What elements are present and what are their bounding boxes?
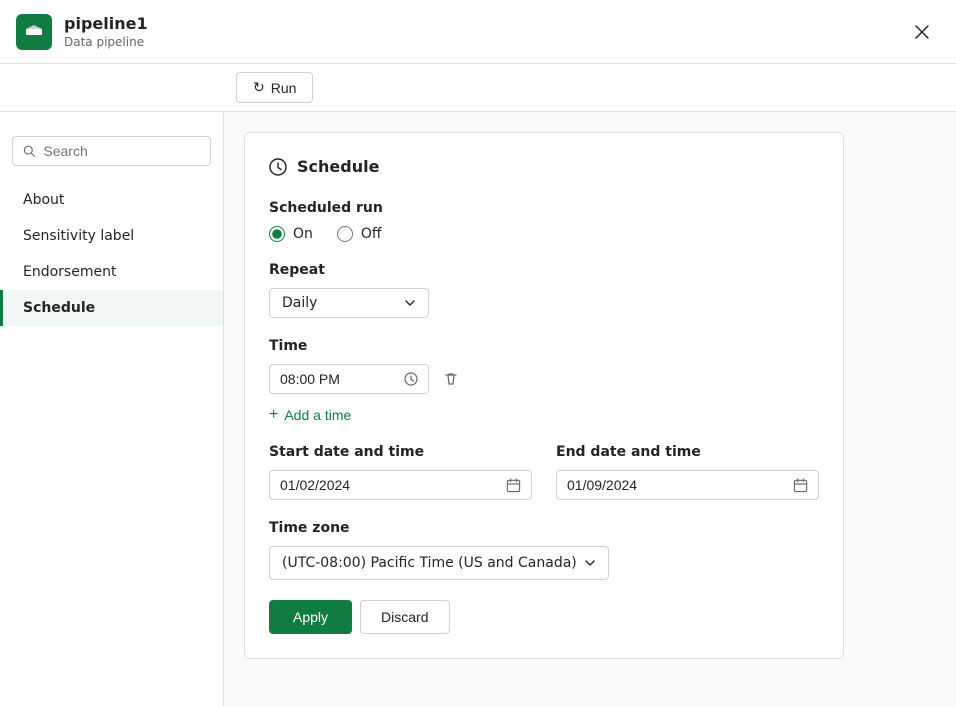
start-date-input-wrapper bbox=[269, 470, 532, 500]
content-area: Schedule Scheduled run On Off bbox=[224, 112, 956, 706]
timezone-label: Time zone bbox=[269, 520, 819, 536]
end-date-input[interactable] bbox=[567, 477, 793, 493]
time-input-row bbox=[269, 364, 819, 394]
radio-off-input[interactable] bbox=[337, 226, 353, 242]
timezone-select-wrapper[interactable]: (UTC-08:00) Pacific Time (US and Canada) bbox=[269, 546, 609, 580]
panel-title-text: Schedule bbox=[297, 157, 379, 176]
sidebar-item-about[interactable]: About bbox=[0, 182, 223, 218]
app-title: pipeline1 bbox=[64, 14, 148, 35]
discard-button[interactable]: Discard bbox=[360, 600, 449, 634]
start-date-input[interactable] bbox=[280, 477, 506, 493]
add-time-button[interactable]: + Add a time bbox=[269, 406, 351, 424]
sidebar-item-schedule[interactable]: Schedule bbox=[0, 290, 223, 326]
timezone-chevron-icon bbox=[584, 557, 596, 569]
start-date-field: Start date and time bbox=[269, 444, 532, 500]
search-icon bbox=[23, 144, 35, 158]
add-time-label: Add a time bbox=[284, 407, 351, 423]
schedule-panel: Schedule Scheduled run On Off bbox=[244, 132, 844, 659]
date-row: Start date and time End date and time bbox=[269, 444, 819, 500]
radio-off-label: Off bbox=[361, 226, 382, 242]
end-date-input-wrapper bbox=[556, 470, 819, 500]
timezone-value: (UTC-08:00) Pacific Time (US and Canada) bbox=[282, 555, 577, 571]
close-button[interactable] bbox=[908, 18, 936, 46]
timezone-group: Time zone (UTC-08:00) Pacific Time (US a… bbox=[269, 520, 819, 580]
sidebar-item-label: Schedule bbox=[23, 300, 95, 316]
radio-on-option[interactable]: On bbox=[269, 226, 313, 242]
end-date-field: End date and time bbox=[556, 444, 819, 500]
sidebar-item-label: Endorsement bbox=[23, 264, 116, 280]
scheduled-run-label: Scheduled run bbox=[269, 200, 819, 216]
run-icon: ↻ bbox=[253, 79, 265, 96]
close-icon bbox=[914, 24, 930, 40]
radio-group: On Off bbox=[269, 226, 819, 242]
header-titles: pipeline1 Data pipeline bbox=[64, 14, 148, 49]
run-button[interactable]: ↻ Run bbox=[236, 72, 313, 103]
time-group: Time + bbox=[269, 338, 819, 424]
start-date-label: Start date and time bbox=[269, 444, 532, 460]
sidebar: About Sensitivity label Endorsement Sche… bbox=[0, 112, 224, 706]
app-subtitle: Data pipeline bbox=[64, 35, 148, 49]
search-input[interactable] bbox=[43, 143, 200, 159]
repeat-label: Repeat bbox=[269, 262, 819, 278]
sidebar-item-endorsement[interactable]: Endorsement bbox=[0, 254, 223, 290]
apply-button[interactable]: Apply bbox=[269, 600, 352, 634]
main-layout: About Sensitivity label Endorsement Sche… bbox=[0, 112, 956, 706]
toolbar: ↻ Run bbox=[0, 64, 956, 112]
radio-on-input[interactable] bbox=[269, 226, 285, 242]
repeat-value: Daily bbox=[282, 295, 317, 311]
calendar-icon-end[interactable] bbox=[793, 477, 808, 493]
schedule-icon bbox=[269, 158, 287, 176]
trash-icon bbox=[443, 371, 459, 387]
end-date-label: End date and time bbox=[556, 444, 819, 460]
plus-icon: + bbox=[269, 406, 278, 424]
sidebar-item-label: About bbox=[23, 192, 64, 208]
header-left: pipeline1 Data pipeline bbox=[16, 14, 148, 50]
delete-time-button[interactable] bbox=[437, 365, 465, 393]
scheduled-run-group: Scheduled run On Off bbox=[269, 200, 819, 242]
app-header: pipeline1 Data pipeline bbox=[0, 0, 956, 64]
time-input[interactable] bbox=[280, 371, 380, 387]
search-container bbox=[0, 128, 223, 174]
date-group: Start date and time End date and time bbox=[269, 444, 819, 500]
calendar-icon[interactable] bbox=[506, 477, 521, 493]
sidebar-item-sensitivity-label[interactable]: Sensitivity label bbox=[0, 218, 223, 254]
sidebar-item-label: Sensitivity label bbox=[23, 228, 134, 244]
repeat-group: Repeat Daily bbox=[269, 262, 819, 318]
clock-icon bbox=[404, 372, 418, 386]
panel-title: Schedule bbox=[269, 157, 819, 176]
radio-on-label: On bbox=[293, 226, 313, 242]
search-input-wrapper[interactable] bbox=[12, 136, 211, 166]
time-label: Time bbox=[269, 338, 819, 354]
radio-off-option[interactable]: Off bbox=[337, 226, 382, 242]
action-buttons: Apply Discard bbox=[269, 600, 819, 634]
run-label: Run bbox=[271, 80, 297, 96]
chevron-down-icon bbox=[404, 297, 416, 309]
time-input-wrapper bbox=[269, 364, 429, 394]
app-icon bbox=[16, 14, 52, 50]
